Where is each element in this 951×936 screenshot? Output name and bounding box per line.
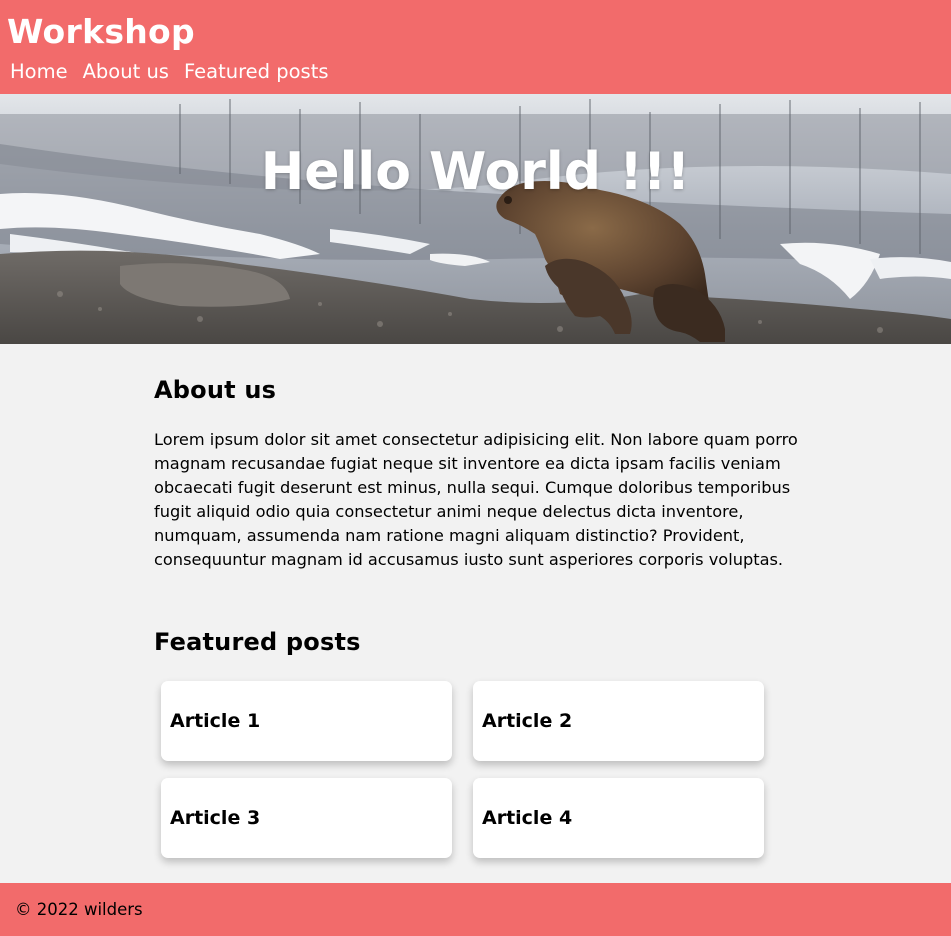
article-card[interactable]: Article 3 [161, 778, 452, 858]
article-title: Article 4 [482, 807, 573, 829]
nav-link-home[interactable]: Home [10, 58, 68, 86]
site-title: Workshop [7, 12, 195, 51]
featured-heading: Featured posts [154, 628, 361, 656]
nav-link-about-us[interactable]: About us [83, 58, 169, 86]
copyright-text: © 2022 wilders [15, 900, 143, 919]
about-heading: About us [154, 376, 277, 404]
hero-bear-image [0, 94, 951, 344]
article-title: Article 2 [482, 710, 573, 732]
site-footer: © 2022 wilders [0, 883, 951, 936]
article-title: Article 1 [170, 710, 261, 732]
hero-title: Hello World !!! [260, 142, 691, 202]
article-card[interactable]: Article 4 [473, 778, 764, 858]
about-paragraph: Lorem ipsum dolor sit amet consectetur a… [154, 430, 798, 569]
site-header: Workshop Home About us Featured posts [0, 0, 951, 94]
nav-link-featured-posts[interactable]: Featured posts [184, 58, 329, 86]
article-title: Article 3 [170, 807, 261, 829]
featured-posts-grid: Article 1 Article 2 Article 3 Article 4 [161, 681, 771, 858]
article-card[interactable]: Article 2 [473, 681, 764, 761]
hero-banner: Hello World !!! [0, 94, 951, 344]
main-nav: Home About us Featured posts [10, 58, 329, 86]
article-card[interactable]: Article 1 [161, 681, 452, 761]
